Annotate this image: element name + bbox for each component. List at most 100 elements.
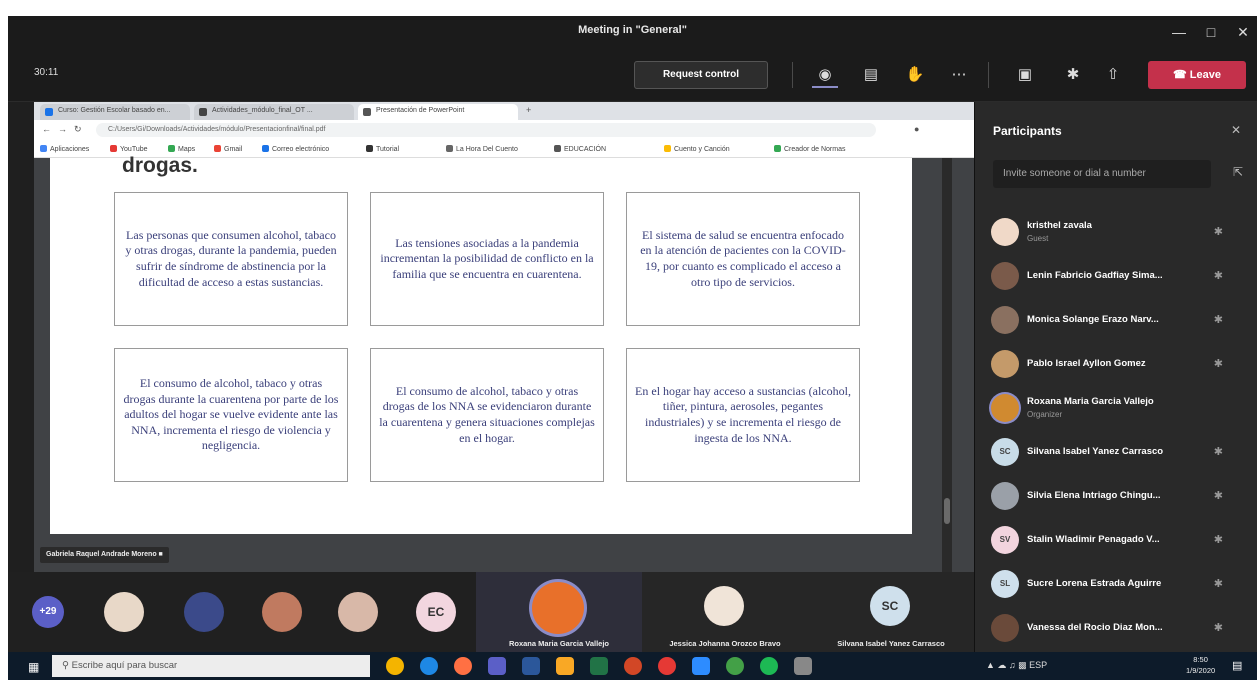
mic-off-icon: ✱ bbox=[1213, 314, 1223, 326]
participants-icon[interactable]: ◉ bbox=[812, 62, 838, 88]
bookmark-item[interactable]: La Hora Del Cuento bbox=[446, 145, 518, 153]
back-icon[interactable]: ← bbox=[42, 124, 51, 134]
spotify-icon[interactable] bbox=[760, 657, 778, 675]
participant-row[interactable]: SC Silvana Isabel Yanez Carrasco ✱ bbox=[975, 430, 1257, 474]
bookmark-item[interactable]: EDUCACIÓN bbox=[554, 145, 606, 153]
participant-row[interactable]: SL Sucre Lorena Estrada Aguirre ✱ bbox=[975, 562, 1257, 606]
excel-icon[interactable] bbox=[590, 657, 608, 675]
participant-row[interactable]: Pablo Israel Ayllon Gomez ✱ bbox=[975, 342, 1257, 386]
app-icon[interactable] bbox=[658, 657, 676, 675]
mic-off-icon: ✱ bbox=[1213, 226, 1223, 238]
participant-row[interactable]: Monica Solange Erazo Narv... ✱ bbox=[975, 298, 1257, 342]
address-bar[interactable]: C:/Users/Gi/Downloads/Actividades/módulo… bbox=[96, 123, 876, 137]
participant-name: kristhel zavala bbox=[1027, 220, 1092, 231]
participant-avatar[interactable] bbox=[104, 592, 144, 632]
mic-off-icon: ✱ bbox=[1213, 490, 1223, 502]
leave-button[interactable]: ☎ Leave bbox=[1148, 61, 1246, 89]
participant-avatar[interactable] bbox=[184, 592, 224, 632]
avatar bbox=[991, 614, 1019, 642]
info-card: El consumo de alcohol, tabaco y otras dr… bbox=[370, 348, 604, 482]
app-icon[interactable] bbox=[794, 657, 812, 675]
video-tile[interactable]: Roxana Maria Garcia Vallejo bbox=[476, 572, 642, 652]
meeting-timer: 30:11 bbox=[34, 67, 59, 78]
title-bar: Meeting in "General" — □ ✕ bbox=[8, 16, 1257, 48]
close-icon[interactable]: ✕ bbox=[1232, 22, 1254, 42]
presenter-name: Gabriela Raquel Andrade Moreno bbox=[46, 551, 157, 558]
bookmark-label: Creador de Normas bbox=[784, 146, 846, 153]
browser-tab[interactable]: Actividades_módulo_final_OT ... bbox=[194, 104, 354, 120]
taskbar-clock[interactable]: 8:50 1/9/2020 bbox=[1186, 654, 1215, 676]
scroll-thumb[interactable] bbox=[944, 498, 950, 524]
windows-start-icon[interactable]: ▦ bbox=[28, 660, 39, 674]
avatar: SL bbox=[991, 570, 1019, 598]
participant-avatar[interactable] bbox=[338, 592, 378, 632]
bookmark-label: Tutorial bbox=[376, 146, 400, 153]
camera-icon[interactable]: ▣ bbox=[1012, 62, 1038, 88]
video-strip: +29 EC Roxana Maria Garcia Vallejo Jessi… bbox=[8, 572, 974, 652]
minimize-icon[interactable]: — bbox=[1168, 22, 1190, 42]
reload-icon[interactable]: ↻ bbox=[74, 124, 82, 135]
firefox-icon[interactable] bbox=[454, 657, 472, 675]
powerpoint-icon[interactable] bbox=[624, 657, 642, 675]
language-indicator: ESP bbox=[1029, 660, 1048, 670]
info-card: El consumo de alcohol, tabaco y otras dr… bbox=[114, 348, 348, 482]
pdf-scrollbar[interactable] bbox=[942, 158, 952, 572]
word-icon[interactable] bbox=[522, 657, 540, 675]
bookmark-item[interactable]: Maps bbox=[168, 145, 195, 153]
participant-avatar[interactable] bbox=[262, 592, 302, 632]
bookmark-label: EDUCACIÓN bbox=[564, 146, 607, 153]
participant-avatar: SC bbox=[870, 586, 910, 626]
browser-tab[interactable]: Presentación de PowerPoint bbox=[358, 104, 518, 120]
mic-off-icon[interactable]: ✱ bbox=[1060, 62, 1086, 88]
share-tray-icon[interactable]: ⇧ bbox=[1100, 62, 1126, 88]
avatar: SV bbox=[991, 526, 1019, 554]
share-invite-icon[interactable]: ⇱ bbox=[1233, 165, 1243, 179]
app-icon[interactable] bbox=[726, 657, 744, 675]
avatar bbox=[991, 306, 1019, 334]
system-tray[interactable]: ▲ ☁ ♫ ▩ ESP bbox=[986, 660, 1047, 671]
raise-hand-icon[interactable]: ✋ bbox=[902, 62, 928, 88]
chrome-icon[interactable] bbox=[386, 657, 404, 675]
file-explorer-icon[interactable] bbox=[556, 657, 574, 675]
bookmark-item[interactable]: Cuento y Canción bbox=[664, 145, 730, 153]
more-options-icon[interactable]: ⋯ bbox=[946, 62, 972, 88]
bookmark-item[interactable]: Tutorial bbox=[366, 145, 399, 153]
participant-name: Pablo Israel Ayllon Gomez bbox=[1027, 358, 1146, 369]
video-tile[interactable]: Jessica Johanna Orozco Bravo bbox=[642, 572, 808, 652]
avatar bbox=[991, 262, 1019, 290]
participant-name: Silvia Elena Intriago Chingu... bbox=[1027, 490, 1161, 501]
teams-window: Meeting in "General" — □ ✕ 30:11 Request… bbox=[8, 16, 1257, 680]
invite-input[interactable]: Invite someone or dial a number bbox=[993, 160, 1211, 188]
participant-name: Stalin Wladimir Penagado V... bbox=[1027, 534, 1160, 545]
zoom-icon[interactable] bbox=[692, 657, 710, 675]
forward-icon[interactable]: → bbox=[58, 124, 67, 134]
bookmark-item[interactable]: YouTube bbox=[110, 145, 148, 153]
participant-row[interactable]: kristhel zavala Guest ✱ bbox=[975, 210, 1257, 254]
participant-row[interactable]: Roxana Maria Garcia Vallejo Organizer bbox=[975, 386, 1257, 430]
bookmark-item[interactable]: Creador de Normas bbox=[774, 145, 845, 153]
participant-row[interactable]: SV Stalin Wladimir Penagado V... ✱ bbox=[975, 518, 1257, 562]
overflow-participants-badge[interactable]: +29 bbox=[32, 596, 64, 628]
bookmark-item[interactable]: Correo electrónico bbox=[262, 145, 329, 153]
maximize-icon[interactable]: □ bbox=[1200, 22, 1222, 42]
profile-avatar[interactable]: ● bbox=[914, 124, 919, 134]
bookmark-item[interactable]: Gmail bbox=[214, 145, 242, 153]
mic-off-icon: ✱ bbox=[1213, 358, 1223, 370]
taskbar-search-input[interactable]: ⚲ Escribe aquí para buscar bbox=[52, 655, 370, 677]
browser-tab[interactable]: Curso: Gestión Escolar basado en... bbox=[40, 104, 190, 120]
participant-row[interactable]: Silvia Elena Intriago Chingu... ✱ bbox=[975, 474, 1257, 518]
edge-icon[interactable] bbox=[420, 657, 438, 675]
request-control-button[interactable]: Request control bbox=[634, 61, 768, 89]
close-icon[interactable]: ✕ bbox=[1231, 123, 1241, 137]
participant-row[interactable]: Vanessa del Rocio Diaz Mon... ✱ bbox=[975, 606, 1257, 650]
notification-icon[interactable]: ▤ bbox=[1232, 659, 1242, 672]
tab-favicon bbox=[363, 108, 371, 116]
participant-row[interactable]: Lenin Fabricio Gadfiay Sima... ✱ bbox=[975, 254, 1257, 298]
bookmark-item[interactable]: Aplicaciones bbox=[40, 145, 89, 153]
teams-icon[interactable] bbox=[488, 657, 506, 675]
video-tile[interactable]: SC Silvana Isabel Yanez Carrasco bbox=[808, 572, 974, 652]
video-tile-name: Roxana Maria Garcia Vallejo bbox=[508, 639, 610, 648]
chat-icon[interactable]: ▤ bbox=[858, 62, 884, 88]
participant-avatar[interactable]: EC bbox=[416, 592, 456, 632]
new-tab-icon[interactable]: + bbox=[526, 105, 531, 115]
